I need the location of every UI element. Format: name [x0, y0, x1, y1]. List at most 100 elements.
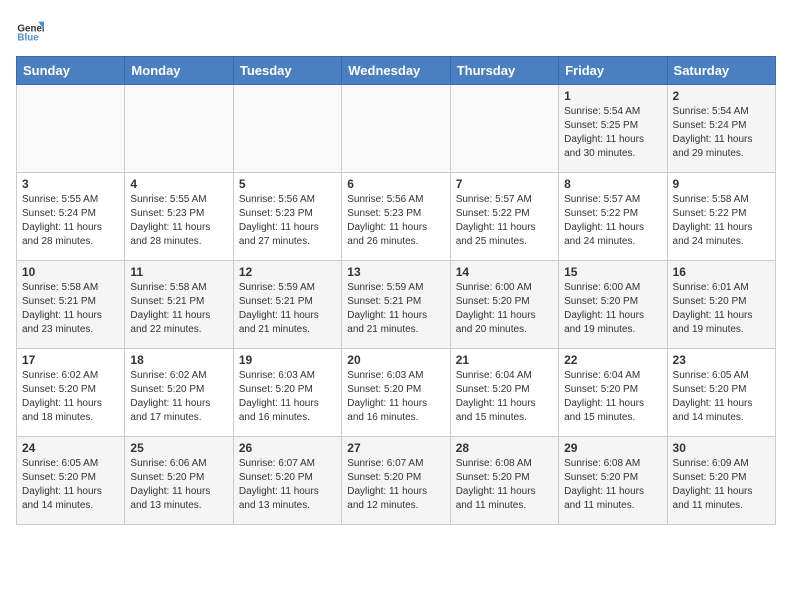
day-info: Sunrise: 6:07 AM Sunset: 5:20 PM Dayligh… [239, 457, 336, 513]
page-header: General Blue [16, 16, 776, 44]
day-number: 18 [130, 353, 227, 367]
day-info: Sunrise: 5:58 AM Sunset: 5:21 PM Dayligh… [22, 281, 119, 337]
day-info: Sunrise: 5:58 AM Sunset: 5:22 PM Dayligh… [673, 193, 770, 249]
day-info: Sunrise: 5:57 AM Sunset: 5:22 PM Dayligh… [564, 193, 661, 249]
calendar-cell: 19 Sunrise: 6:03 AM Sunset: 5:20 PM Dayli… [233, 349, 341, 437]
calendar-cell: 5 Sunrise: 5:56 AM Sunset: 5:23 PM Daylig… [233, 173, 341, 261]
day-number: 13 [347, 265, 444, 279]
svg-text:Blue: Blue [17, 33, 39, 44]
day-number: 28 [456, 441, 553, 455]
day-info: Sunrise: 6:02 AM Sunset: 5:20 PM Dayligh… [130, 369, 227, 425]
day-info: Sunrise: 5:54 AM Sunset: 5:24 PM Dayligh… [673, 105, 770, 161]
day-info: Sunrise: 6:04 AM Sunset: 5:20 PM Dayligh… [564, 369, 661, 425]
day-info: Sunrise: 6:08 AM Sunset: 5:20 PM Dayligh… [564, 457, 661, 513]
day-number: 30 [673, 441, 770, 455]
calendar-cell: 29 Sunrise: 6:08 AM Sunset: 5:20 PM Dayli… [559, 437, 667, 525]
day-info: Sunrise: 5:59 AM Sunset: 5:21 PM Dayligh… [239, 281, 336, 337]
calendar-cell: 7 Sunrise: 5:57 AM Sunset: 5:22 PM Daylig… [450, 173, 558, 261]
calendar-cell: 1 Sunrise: 5:54 AM Sunset: 5:25 PM Daylig… [559, 85, 667, 173]
day-number: 23 [673, 353, 770, 367]
day-number: 14 [456, 265, 553, 279]
day-number: 1 [564, 89, 661, 103]
calendar-cell [125, 85, 233, 173]
calendar-cell: 2 Sunrise: 5:54 AM Sunset: 5:24 PM Daylig… [667, 85, 775, 173]
day-number: 19 [239, 353, 336, 367]
calendar-week-row: 10 Sunrise: 5:58 AM Sunset: 5:21 PM Dayli… [17, 261, 776, 349]
day-number: 16 [673, 265, 770, 279]
day-info: Sunrise: 5:54 AM Sunset: 5:25 PM Dayligh… [564, 105, 661, 161]
calendar-cell: 13 Sunrise: 5:59 AM Sunset: 5:21 PM Dayli… [342, 261, 450, 349]
day-number: 7 [456, 177, 553, 191]
day-info: Sunrise: 5:55 AM Sunset: 5:23 PM Dayligh… [130, 193, 227, 249]
weekday-header: Saturday [667, 57, 775, 85]
day-number: 21 [456, 353, 553, 367]
calendar-cell: 27 Sunrise: 6:07 AM Sunset: 5:20 PM Dayli… [342, 437, 450, 525]
day-info: Sunrise: 6:05 AM Sunset: 5:20 PM Dayligh… [22, 457, 119, 513]
calendar-cell: 9 Sunrise: 5:58 AM Sunset: 5:22 PM Daylig… [667, 173, 775, 261]
day-number: 9 [673, 177, 770, 191]
calendar-cell: 24 Sunrise: 6:05 AM Sunset: 5:20 PM Dayli… [17, 437, 125, 525]
day-info: Sunrise: 5:59 AM Sunset: 5:21 PM Dayligh… [347, 281, 444, 337]
calendar-week-row: 17 Sunrise: 6:02 AM Sunset: 5:20 PM Dayli… [17, 349, 776, 437]
calendar-week-row: 3 Sunrise: 5:55 AM Sunset: 5:24 PM Daylig… [17, 173, 776, 261]
calendar-cell: 16Sunrise: 6:01 AM Sunset: 5:20 PM Dayli… [667, 261, 775, 349]
calendar-cell: 14Sunrise: 6:00 AM Sunset: 5:20 PM Dayli… [450, 261, 558, 349]
calendar-header-row: SundayMondayTuesdayWednesdayThursdayFrid… [17, 57, 776, 85]
calendar-table: SundayMondayTuesdayWednesdayThursdayFrid… [16, 56, 776, 525]
calendar-week-row: 1 Sunrise: 5:54 AM Sunset: 5:25 PM Daylig… [17, 85, 776, 173]
calendar-cell: 26 Sunrise: 6:07 AM Sunset: 5:20 PM Dayli… [233, 437, 341, 525]
day-info: Sunrise: 5:58 AM Sunset: 5:21 PM Dayligh… [130, 281, 227, 337]
calendar-cell: 6Sunrise: 5:56 AM Sunset: 5:23 PM Daylig… [342, 173, 450, 261]
day-info: Sunrise: 6:03 AM Sunset: 5:20 PM Dayligh… [347, 369, 444, 425]
day-number: 24 [22, 441, 119, 455]
day-number: 17 [22, 353, 119, 367]
calendar-cell: 11 Sunrise: 5:58 AM Sunset: 5:21 PM Dayli… [125, 261, 233, 349]
calendar-cell [342, 85, 450, 173]
day-number: 11 [130, 265, 227, 279]
calendar-cell [17, 85, 125, 173]
calendar-cell: 8 Sunrise: 5:57 AM Sunset: 5:22 PM Daylig… [559, 173, 667, 261]
weekday-header: Monday [125, 57, 233, 85]
calendar-cell: 23 Sunrise: 6:05 AM Sunset: 5:20 PM Dayli… [667, 349, 775, 437]
calendar-cell: 17 Sunrise: 6:02 AM Sunset: 5:20 PM Dayli… [17, 349, 125, 437]
day-number: 20 [347, 353, 444, 367]
day-info: Sunrise: 6:05 AM Sunset: 5:20 PM Dayligh… [673, 369, 770, 425]
calendar-cell: 10 Sunrise: 5:58 AM Sunset: 5:21 PM Dayli… [17, 261, 125, 349]
weekday-header: Wednesday [342, 57, 450, 85]
day-info: Sunrise: 6:02 AM Sunset: 5:20 PM Dayligh… [22, 369, 119, 425]
day-info: Sunrise: 6:04 AM Sunset: 5:20 PM Dayligh… [456, 369, 553, 425]
weekday-header: Friday [559, 57, 667, 85]
day-number: 8 [564, 177, 661, 191]
day-number: 5 [239, 177, 336, 191]
day-info: Sunrise: 5:57 AM Sunset: 5:22 PM Dayligh… [456, 193, 553, 249]
day-info: Sunrise: 6:07 AM Sunset: 5:20 PM Dayligh… [347, 457, 444, 513]
day-info: Sunrise: 5:56 AM Sunset: 5:23 PM Dayligh… [347, 193, 444, 249]
calendar-cell [450, 85, 558, 173]
day-number: 29 [564, 441, 661, 455]
calendar-cell: 30Sunrise: 6:09 AM Sunset: 5:20 PM Dayli… [667, 437, 775, 525]
day-info: Sunrise: 5:56 AM Sunset: 5:23 PM Dayligh… [239, 193, 336, 249]
logo: General Blue [16, 16, 44, 44]
calendar-cell: 25Sunrise: 6:06 AM Sunset: 5:20 PM Dayli… [125, 437, 233, 525]
day-number: 4 [130, 177, 227, 191]
day-number: 2 [673, 89, 770, 103]
day-info: Sunrise: 5:55 AM Sunset: 5:24 PM Dayligh… [22, 193, 119, 249]
weekday-header: Sunday [17, 57, 125, 85]
day-number: 26 [239, 441, 336, 455]
day-number: 3 [22, 177, 119, 191]
day-info: Sunrise: 6:08 AM Sunset: 5:20 PM Dayligh… [456, 457, 553, 513]
calendar-cell: 22 Sunrise: 6:04 AM Sunset: 5:20 PM Dayli… [559, 349, 667, 437]
calendar-cell: 28 Sunrise: 6:08 AM Sunset: 5:20 PM Dayli… [450, 437, 558, 525]
day-number: 22 [564, 353, 661, 367]
calendar-cell: 15Sunrise: 6:00 AM Sunset: 5:20 PM Dayli… [559, 261, 667, 349]
day-info: Sunrise: 6:06 AM Sunset: 5:20 PM Dayligh… [130, 457, 227, 513]
calendar-cell [233, 85, 341, 173]
calendar-cell: 18 Sunrise: 6:02 AM Sunset: 5:20 PM Dayli… [125, 349, 233, 437]
logo-icon: General Blue [16, 16, 44, 44]
day-number: 10 [22, 265, 119, 279]
calendar-week-row: 24 Sunrise: 6:05 AM Sunset: 5:20 PM Dayli… [17, 437, 776, 525]
day-number: 27 [347, 441, 444, 455]
calendar-cell: 3 Sunrise: 5:55 AM Sunset: 5:24 PM Daylig… [17, 173, 125, 261]
day-info: Sunrise: 6:03 AM Sunset: 5:20 PM Dayligh… [239, 369, 336, 425]
calendar-cell: 21 Sunrise: 6:04 AM Sunset: 5:20 PM Dayli… [450, 349, 558, 437]
